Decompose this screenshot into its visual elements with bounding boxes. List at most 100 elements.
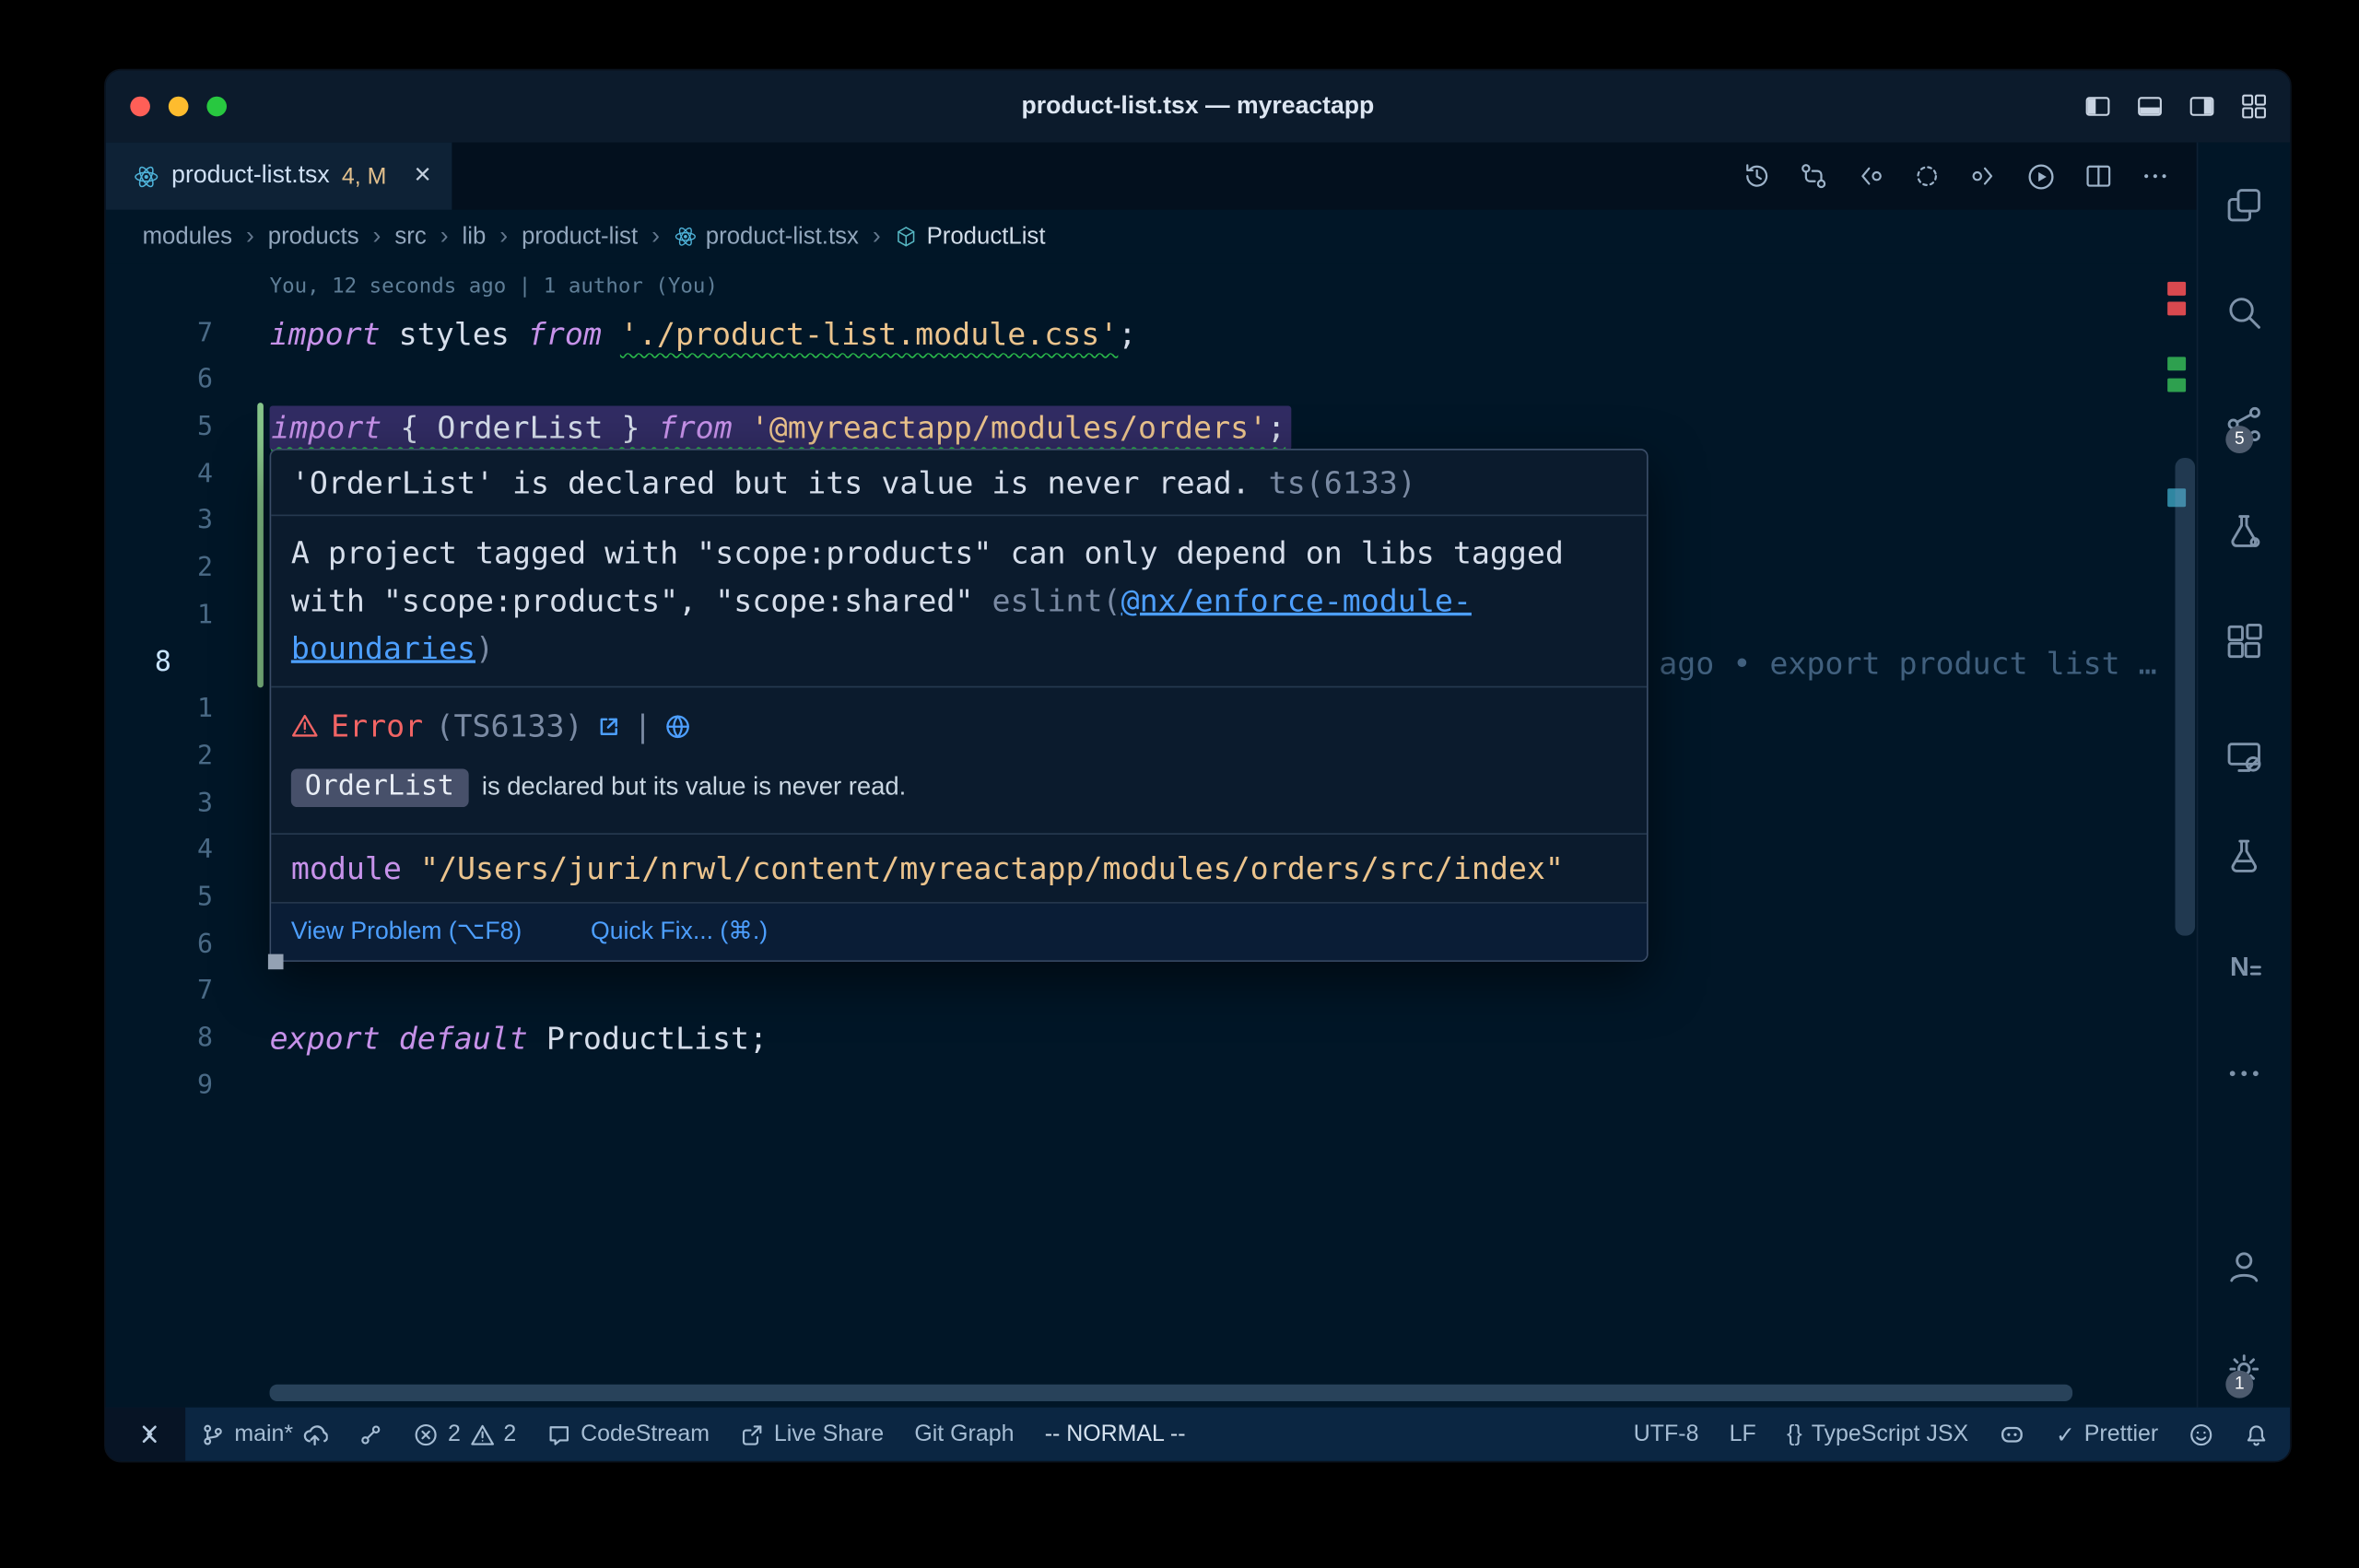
live-share-label: Live Share (774, 1422, 884, 1447)
horizontal-scrollbar[interactable] (270, 1385, 2073, 1401)
hierarchy-icon[interactable]: 5 (2198, 404, 2290, 444)
problems-item[interactable]: 2 2 (399, 1408, 532, 1461)
globe-icon[interactable] (664, 713, 690, 739)
beaker-icon[interactable] (2198, 837, 2290, 876)
remote-explorer-icon[interactable] (2198, 737, 2290, 777)
extensions-icon[interactable] (2198, 622, 2290, 661)
run-icon[interactable] (2025, 160, 2058, 193)
error-label: Error (331, 708, 423, 744)
live-share-item[interactable]: Live Share (725, 1408, 899, 1461)
breadcrumb-item[interactable]: modules (143, 223, 232, 251)
codestream-item[interactable]: CodeStream (532, 1408, 725, 1461)
chevron-right-icon: › (873, 223, 881, 251)
vim-mode-item[interactable]: -- NORMAL -- (1029, 1408, 1201, 1461)
tab-label: product-list.tsx (171, 162, 329, 190)
error-count: 2 (448, 1422, 461, 1447)
remote-indicator[interactable] (106, 1408, 185, 1461)
status-bar: main* 2 2 CodeStream Live Share (106, 1408, 2290, 1461)
quick-fix-action[interactable]: Quick Fix... (⌘.) (591, 916, 768, 946)
code-line[interactable]: 7 (106, 968, 2197, 1015)
vertical-scrollbar[interactable] (2175, 458, 2195, 936)
codelens-row[interactable]: You, 12 seconds ago | 1 author (You) (106, 263, 2197, 310)
code-line[interactable]: 9 (106, 1062, 2197, 1109)
copilot-icon[interactable] (1984, 1408, 2041, 1461)
code-text (213, 1062, 270, 1109)
desktop: product-list.tsx — myreactapp product-li… (0, 0, 2359, 1568)
line-number: 5 (106, 404, 213, 451)
breadcrumb-file[interactable]: product-list.tsx (674, 223, 859, 251)
breadcrumb-symbol[interactable]: ProductList (895, 223, 1046, 251)
copy-icon[interactable] (2198, 185, 2290, 225)
eslint-source-close: ) (475, 629, 494, 666)
zoom-button[interactable] (206, 97, 227, 117)
breadcrumb-item[interactable]: src (394, 223, 426, 251)
eol-item[interactable]: LF (1714, 1408, 1771, 1461)
language-item[interactable]: {} TypeScript JSX (1771, 1408, 1983, 1461)
bell-icon[interactable] (2229, 1408, 2290, 1461)
line-number: 1 (106, 686, 213, 733)
customize-layout-icon[interactable] (2239, 92, 2269, 122)
error-detail-text: is declared but its value is never read. (482, 773, 906, 802)
status-bar-right: UTF-8 LF {} TypeScript JSX ✓ Prettier (1618, 1408, 2290, 1461)
split-editor-icon[interactable] (2083, 161, 2114, 192)
code-line[interactable]: 5import { OrderList } from '@myreactapp/… (106, 404, 2197, 451)
tab-product-list[interactable]: product-list.tsx 4, M × (106, 143, 452, 210)
cloud-upload-icon (302, 1422, 328, 1447)
more-actions-icon[interactable] (2140, 161, 2170, 192)
warning-triangle-icon (470, 1422, 495, 1446)
editor[interactable]: You, 12 seconds ago | 1 author (You)7imp… (106, 263, 2197, 1408)
prettier-item[interactable]: ✓ Prettier (2040, 1408, 2174, 1461)
code-text (213, 968, 270, 1015)
git-graph-branch-icon[interactable] (344, 1408, 399, 1461)
search-icon[interactable] (2198, 292, 2290, 332)
account-icon[interactable] (2198, 1246, 2290, 1286)
open-docs-icon[interactable] (595, 713, 621, 739)
branch-label: main* (234, 1422, 293, 1447)
tab-close-icon[interactable]: × (414, 159, 430, 193)
breadcrumb-item[interactable]: product-list (522, 223, 638, 251)
close-button[interactable] (130, 97, 150, 117)
inline-blame-text: ago • export product list … (1659, 640, 2156, 688)
line-number: 2 (106, 733, 213, 780)
toggle-right-panel-icon[interactable] (2188, 92, 2217, 122)
discard-changes-icon[interactable] (1912, 161, 1942, 192)
error-circle-icon (414, 1422, 439, 1446)
nx-console-icon[interactable]: N (2198, 946, 2290, 986)
code-text (213, 921, 270, 968)
breadcrumb-item[interactable]: products (268, 223, 359, 251)
history-icon[interactable] (1742, 161, 1772, 192)
code-line[interactable]: 6 (106, 357, 2197, 404)
encoding-item[interactable]: UTF-8 (1618, 1408, 1714, 1461)
branch-item[interactable]: main* (185, 1408, 344, 1461)
minimize-button[interactable] (169, 97, 189, 117)
next-change-icon[interactable] (1968, 161, 1999, 192)
line-number: 4 (106, 451, 213, 498)
settings-gear-icon[interactable]: 1 (2198, 1349, 2290, 1388)
chevron-right-icon: › (499, 223, 508, 251)
beaker-gear-icon[interactable] (2198, 511, 2290, 551)
prettier-label: Prettier (2084, 1422, 2158, 1447)
view-problem-action[interactable]: View Problem (⌥F8) (291, 916, 522, 946)
toggle-bottom-panel-icon[interactable] (2135, 92, 2165, 122)
breadcrumb-item[interactable]: lib (463, 223, 487, 251)
code-text (213, 686, 270, 733)
hover-resize-handle[interactable] (268, 954, 284, 970)
breadcrumb-file-label: product-list.tsx (706, 223, 859, 251)
git-graph-item[interactable]: Git Graph (899, 1408, 1029, 1461)
code-line[interactable]: 8export default ProductList; (106, 1015, 2197, 1062)
line-number (106, 263, 213, 310)
toggle-left-panel-icon[interactable] (2083, 92, 2113, 122)
more-views-icon[interactable] (2198, 1054, 2290, 1094)
previous-change-icon[interactable] (1855, 161, 1885, 192)
codestream-icon (547, 1422, 572, 1446)
line-number: 9 (106, 1062, 213, 1109)
window-title: product-list.tsx — myreactapp (1022, 93, 1375, 121)
eol-label: LF (1730, 1422, 1756, 1447)
settings-badge: 1 (2225, 1371, 2253, 1398)
git-compare-icon[interactable] (1799, 161, 1829, 192)
titlebar[interactable]: product-list.tsx — myreactapp (106, 70, 2290, 142)
live-share-icon (740, 1422, 765, 1446)
code-line[interactable]: 7import styles from './product-list.modu… (106, 310, 2197, 357)
feedback-icon[interactable] (2174, 1408, 2229, 1461)
chevron-right-icon: › (373, 223, 381, 251)
